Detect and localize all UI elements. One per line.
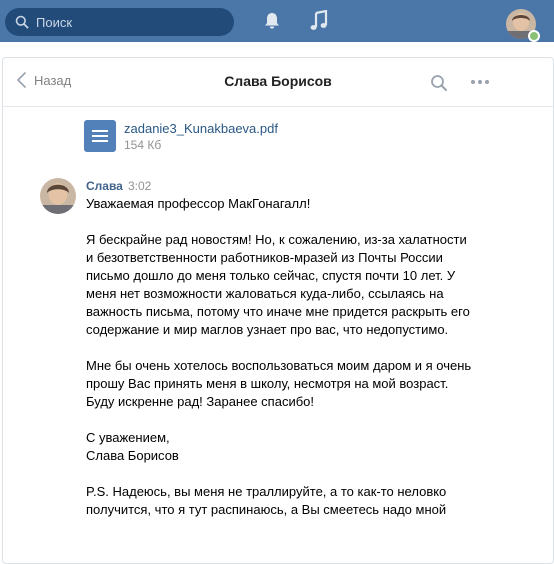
file-attachment[interactable]: zadanie3_Kunakbaeva.pdf 154 Кб — [84, 120, 278, 152]
document-icon[interactable] — [84, 120, 116, 152]
search-input[interactable] — [36, 14, 216, 30]
message-paragraph: С уважением, Слава Борисов — [86, 430, 179, 463]
online-status-indicator — [528, 30, 540, 42]
file-size: 154 Кб — [124, 138, 162, 152]
message-paragraph: Мне бы очень хотелось воспользоваться мо… — [86, 358, 472, 409]
notifications-bell-icon[interactable] — [262, 11, 282, 31]
message-text: Уважаемая профессор МакГонагалл! Я бескр… — [86, 195, 476, 537]
message-paragraph: P.S. Надеюсь, вы меня не траллируйте, а … — [86, 484, 447, 517]
search-box[interactable] — [5, 8, 234, 36]
music-icon[interactable] — [309, 10, 329, 32]
message-author-link[interactable]: Слава — [86, 179, 123, 193]
sender-avatar[interactable] — [40, 178, 76, 214]
message-time: 3:02 — [128, 179, 152, 193]
message-paragraph: Я бескрайне рад новостям! Но, к сожалени… — [86, 232, 470, 337]
search-in-conversation-icon[interactable] — [430, 74, 448, 92]
file-name-link[interactable]: zadanie3_Kunakbaeva.pdf — [124, 121, 278, 136]
message-paragraph: Уважаемая профессор МакГонагалл! — [86, 196, 311, 211]
top-navigation-bar — [0, 0, 554, 42]
conversation-header: Назад Слава Борисов — [3, 58, 553, 107]
more-actions-icon[interactable] — [469, 73, 491, 91]
search-icon — [15, 15, 29, 29]
